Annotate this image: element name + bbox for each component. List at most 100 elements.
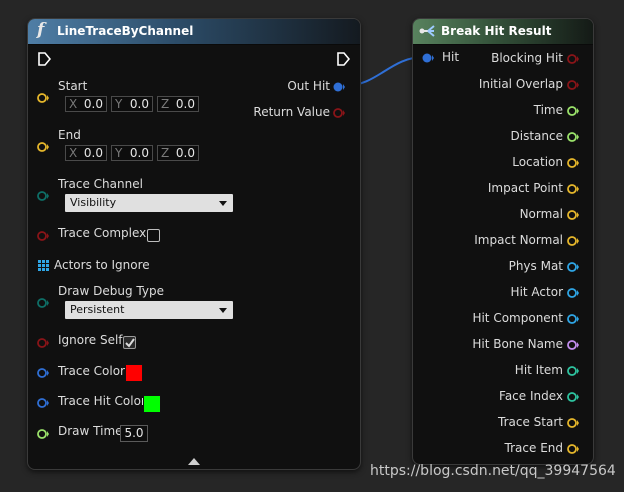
value: 0.0 [129,146,149,160]
end-label: End [58,128,81,142]
output-pin[interactable] [567,53,579,65]
start-x-field[interactable]: X 0.0 [65,96,107,112]
array-grid-icon[interactable] [38,260,49,271]
output-pin[interactable] [567,443,579,455]
watermark: https://blog.csdn.net/qq_39947564 [370,463,616,479]
output-pin[interactable] [567,313,579,325]
line-trace-by-channel-node[interactable]: f LineTraceByChannel Start X 0.0 Y 0.0 Z… [27,18,361,470]
start-label: Start [58,79,88,93]
end-x-field[interactable]: X 0.0 [65,145,107,161]
start-y-field[interactable]: Y 0.0 [111,96,153,112]
exec-in-pin[interactable] [37,52,51,66]
trace-color-pin[interactable] [37,367,49,379]
start-z-field[interactable]: Z 0.0 [157,96,199,112]
ignore-self-checkbox[interactable] [123,336,136,349]
value: 0.0 [83,146,103,160]
node-title: Break Hit Result [441,24,552,38]
draw-time-pin[interactable] [37,428,49,440]
out-hit-label: Out Hit [287,79,330,93]
ignore-self-pin[interactable] [37,337,49,349]
axis-label: Y [115,146,123,160]
dropdown-arrow-icon [219,308,227,313]
axis-label: X [69,97,78,111]
return-value-pin[interactable] [333,107,345,119]
value: 0.0 [175,97,195,111]
trace-color-label: Trace Color [58,364,125,378]
collapse-arrow-icon[interactable] [188,457,200,466]
break-struct-icon [419,25,435,37]
exec-out-pin[interactable] [336,52,350,66]
draw-debug-type-label: Draw Debug Type [58,284,164,298]
break-hit-result-node[interactable]: Break Hit Result Hit Blocking Hit Initial… [412,18,594,465]
hit-input-pin[interactable] [422,52,434,64]
output-pin[interactable] [567,105,579,117]
start-pin[interactable] [37,92,49,104]
output-pin[interactable] [567,79,579,91]
return-value-label: Return Value [253,105,330,119]
checkmark-icon [125,338,135,348]
output-label: Trace End [504,441,563,455]
end-pin[interactable] [37,141,49,153]
node-title: LineTraceByChannel [57,24,194,38]
output-label: Blocking Hit [491,51,563,65]
out-hit-pin[interactable] [333,81,345,93]
trace-channel-dropdown[interactable]: Visibility [64,193,234,213]
output-label: Hit Component [472,311,563,325]
trace-hit-color-pin[interactable] [37,397,49,409]
output-label: Phys Mat [508,259,563,273]
output-pin[interactable] [567,209,579,221]
node-header[interactable]: f LineTraceByChannel [28,19,360,45]
output-pin[interactable] [567,261,579,273]
actors-to-ignore-label: Actors to Ignore [54,258,150,272]
dropdown-arrow-icon [219,201,227,206]
output-label: Trace Start [498,415,563,429]
node-header[interactable]: Break Hit Result [413,19,593,45]
draw-time-input[interactable]: 5.0 [120,425,148,442]
output-pin[interactable] [567,287,579,299]
end-y-field[interactable]: Y 0.0 [111,145,153,161]
trace-channel-pin[interactable] [37,190,49,202]
output-label: Impact Normal [474,233,563,247]
hit-input-label: Hit [442,50,460,64]
output-pin[interactable] [567,183,579,195]
output-label: Location [512,155,563,169]
axis-label: X [69,146,78,160]
output-label: Hit Item [514,363,563,377]
output-pin[interactable] [567,235,579,247]
axis-label: Z [161,97,170,111]
draw-debug-type-dropdown[interactable]: Persistent [64,300,234,320]
trace-hit-color-label: Trace Hit Color [58,394,146,408]
draw-time-label: Draw Time [58,424,123,438]
value: 0.0 [83,97,103,111]
trace-color-swatch[interactable] [125,364,143,382]
output-pin[interactable] [567,391,579,403]
output-pin[interactable] [567,365,579,377]
trace-hit-color-swatch[interactable] [143,395,161,413]
output-label: Distance [510,129,563,143]
value: 0.0 [129,97,149,111]
trace-complex-label: Trace Complex [58,226,147,240]
end-z-field[interactable]: Z 0.0 [157,145,199,161]
output-pin[interactable] [567,131,579,143]
output-label: Time [533,103,563,117]
dropdown-value: Persistent [70,303,125,316]
dropdown-value: Visibility [70,196,117,209]
output-label: Hit Bone Name [472,337,563,351]
output-pin[interactable] [567,417,579,429]
function-icon: f [37,20,45,40]
axis-label: Y [115,97,123,111]
draw-debug-type-pin[interactable] [37,297,49,309]
output-label: Initial Overlap [478,77,563,91]
value: 0.0 [175,146,195,160]
ignore-self-label: Ignore Self [58,333,123,347]
trace-complex-checkbox[interactable] [147,229,160,242]
output-label: Face Index [499,389,563,403]
trace-channel-label: Trace Channel [58,177,143,191]
output-label: Normal [519,207,563,221]
trace-complex-pin[interactable] [37,230,49,242]
axis-label: Z [161,146,170,160]
output-pin[interactable] [567,157,579,169]
output-pin[interactable] [567,339,579,351]
output-label: Hit Actor [510,285,563,299]
output-label: Impact Point [487,181,563,195]
